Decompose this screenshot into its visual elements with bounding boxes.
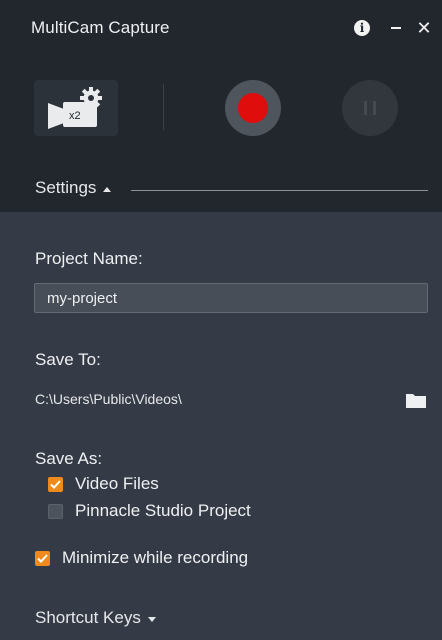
toolbar-divider xyxy=(163,84,164,130)
checkmark-icon xyxy=(37,553,48,563)
minimize-while-recording-option[interactable]: Minimize while recording xyxy=(35,548,248,568)
multicam-capture-window: MultiCam Capture i ✕ x2 Settings Project… xyxy=(0,0,442,640)
pinnacle-project-checkbox[interactable] xyxy=(48,503,63,519)
settings-toggle[interactable]: Settings xyxy=(35,178,112,198)
pause-icon-bar xyxy=(373,101,376,115)
info-icon: i xyxy=(354,20,370,36)
close-button[interactable]: ✕ xyxy=(412,14,436,42)
window-title: MultiCam Capture xyxy=(31,18,170,37)
folder-icon xyxy=(406,394,426,408)
video-files-checkbox[interactable] xyxy=(48,476,63,492)
title-and-toolbar-area: MultiCam Capture i ✕ x2 Settings xyxy=(0,0,442,212)
pinnacle-project-label: Pinnacle Studio Project xyxy=(75,501,251,520)
save-to-label: Save To: xyxy=(35,350,101,369)
camera-settings-button[interactable]: x2 xyxy=(34,80,118,136)
settings-toggle-label: Settings xyxy=(35,178,97,197)
minimize-while-recording-checkbox[interactable] xyxy=(35,550,50,566)
info-button[interactable]: i xyxy=(350,14,374,42)
camera-settings-icon xyxy=(48,87,102,129)
camera-count-label: x2 xyxy=(69,110,81,122)
record-icon xyxy=(238,93,268,123)
caret-up-icon xyxy=(103,186,112,192)
checkmark-icon xyxy=(50,479,61,489)
minimize-button[interactable] xyxy=(384,14,408,42)
save-as-pinnacle-project-option[interactable]: Pinnacle Studio Project xyxy=(48,501,251,521)
save-to-path: C:\Users\Public\Videos\ xyxy=(35,391,182,407)
minimize-while-recording-label: Minimize while recording xyxy=(62,548,249,567)
save-as-video-files-option[interactable]: Video Files xyxy=(48,474,159,494)
project-name-input[interactable] xyxy=(34,283,428,313)
project-name-label: Project Name: xyxy=(35,249,143,268)
save-as-label: Save As: xyxy=(35,449,103,468)
close-icon: ✕ xyxy=(416,18,432,38)
record-button[interactable] xyxy=(225,80,281,136)
minimize-icon xyxy=(391,27,401,29)
browse-folder-button[interactable] xyxy=(404,389,428,411)
pause-icon xyxy=(364,101,367,115)
settings-divider-line xyxy=(131,190,428,191)
shortcut-keys-toggle[interactable]: Shortcut Keys xyxy=(35,608,156,628)
pause-button[interactable] xyxy=(342,80,398,136)
caret-down-icon xyxy=(147,617,156,622)
shortcut-keys-label: Shortcut Keys xyxy=(35,608,141,627)
video-files-label: Video Files xyxy=(75,474,159,493)
